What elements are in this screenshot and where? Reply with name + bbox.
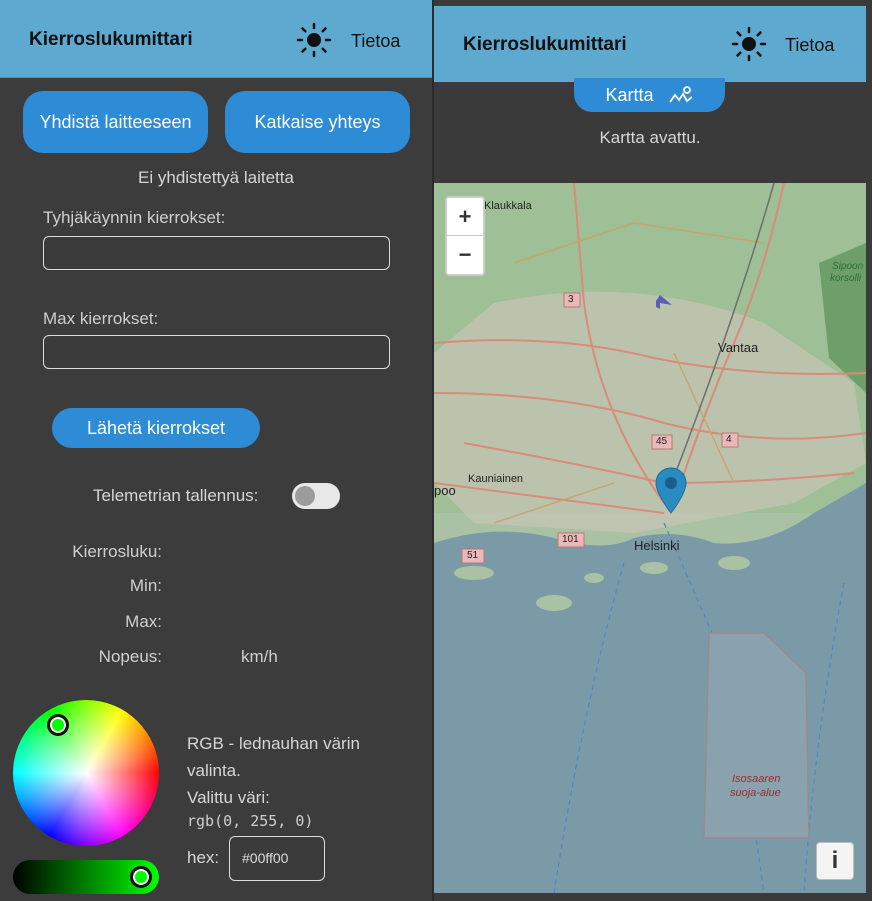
- map-label-kauniainen: Kauniainen: [468, 473, 524, 485]
- max-rpm-label: Max kierrokset:: [43, 309, 159, 328]
- road-shield-101: 101: [562, 534, 579, 545]
- toggle-knob: [295, 486, 315, 506]
- telemetry-toggle[interactable]: [292, 483, 340, 509]
- road-shield-45: 45: [656, 436, 668, 447]
- idle-rpm-input[interactable]: [43, 236, 390, 270]
- zoom-out-button[interactable]: −: [447, 236, 483, 274]
- speed-label: Nopeus:: [98, 647, 162, 666]
- map-label-vantaa: Vantaa: [718, 340, 759, 355]
- hex-input[interactable]: #00ff00: [229, 836, 325, 881]
- min-label: Min:: [129, 576, 162, 595]
- connection-status: Ei yhdistettyä laitetta: [138, 168, 294, 187]
- road-shield-4: 4: [726, 434, 732, 445]
- max-label: Max:: [125, 612, 162, 631]
- color-wheel[interactable]: [13, 700, 159, 846]
- map-label-isosaaren: Isosaaren: [732, 773, 781, 785]
- app-header: Kierroslukumittari Tietoa: [0, 0, 432, 78]
- max-rpm-input[interactable]: [43, 335, 390, 369]
- connect-button[interactable]: Yhdistä laitteeseen: [23, 91, 208, 153]
- map-label-suoja-alue: suoja-alue: [730, 787, 781, 799]
- idle-rpm-label: Tyhjäkäynnin kierrokset:: [43, 208, 226, 227]
- telemetry-label: Telemetrian tallennus:: [93, 486, 259, 505]
- road-shield-51: 51: [467, 550, 479, 561]
- rpm-label: Kierrosluku:: [72, 542, 162, 561]
- theme-toggle-sun-icon-right[interactable]: [731, 26, 767, 62]
- map-status: Kartta avattu.: [599, 128, 701, 147]
- send-rpm-button[interactable]: Lähetä kierrokset: [52, 408, 260, 448]
- selected-color-label: Valittu väri:: [187, 788, 270, 807]
- map-label-helsinki: Helsinki: [634, 538, 680, 553]
- about-link[interactable]: Tietoa: [351, 31, 400, 52]
- left-panel: Kierroslukumittari Tietoa Yhdistä laitte…: [0, 0, 432, 901]
- color-picker-title: RGB - lednauhan värin valinta.: [187, 734, 360, 780]
- speed-unit: km/h: [241, 647, 278, 666]
- map-label-espoo: poo: [434, 483, 456, 498]
- road-shield-3: 3: [568, 294, 574, 305]
- disconnect-button[interactable]: Katkaise yhteys: [225, 91, 410, 153]
- map-label-klaukkala: Klaukkala: [484, 200, 532, 212]
- zoom-in-button[interactable]: +: [447, 198, 483, 236]
- about-link-right[interactable]: Tietoa: [785, 35, 834, 56]
- map-button[interactable]: Kartta: [574, 78, 725, 112]
- color-picker-description: RGB - lednauhan värin valinta. Valittu v…: [187, 730, 417, 811]
- right-panel: Kierroslukumittari Tietoa Kartta Kartta …: [434, 0, 872, 901]
- map-info-button[interactable]: i: [816, 842, 854, 880]
- location-marker-icon[interactable]: [655, 467, 687, 515]
- app-header-right: Kierroslukumittari Tietoa: [434, 6, 866, 82]
- hex-label: hex:: [187, 848, 220, 867]
- app-title-right: Kierroslukumittari: [463, 34, 627, 55]
- map-label-sipoon: Sipoon: [832, 261, 864, 272]
- map-label-sipoon-2: korsolli: [830, 273, 862, 284]
- brightness-slider-handle[interactable]: [130, 866, 152, 888]
- color-wheel-handle[interactable]: [47, 714, 69, 736]
- rgb-value: rgb(0, 255, 0): [187, 812, 314, 830]
- hex-value: #00ff00: [242, 850, 289, 866]
- app-title: Kierroslukumittari: [29, 29, 193, 50]
- map-icon: [668, 86, 693, 103]
- zoom-control: + −: [445, 196, 485, 276]
- map-button-label: Kartta: [605, 85, 654, 105]
- theme-toggle-sun-icon[interactable]: [296, 22, 332, 58]
- app-root: Kierroslukumittari Tietoa Yhdistä laitte…: [0, 0, 872, 901]
- map-view[interactable]: Klaukkala Vantaa Kauniainen poo Helsinki…: [434, 183, 866, 893]
